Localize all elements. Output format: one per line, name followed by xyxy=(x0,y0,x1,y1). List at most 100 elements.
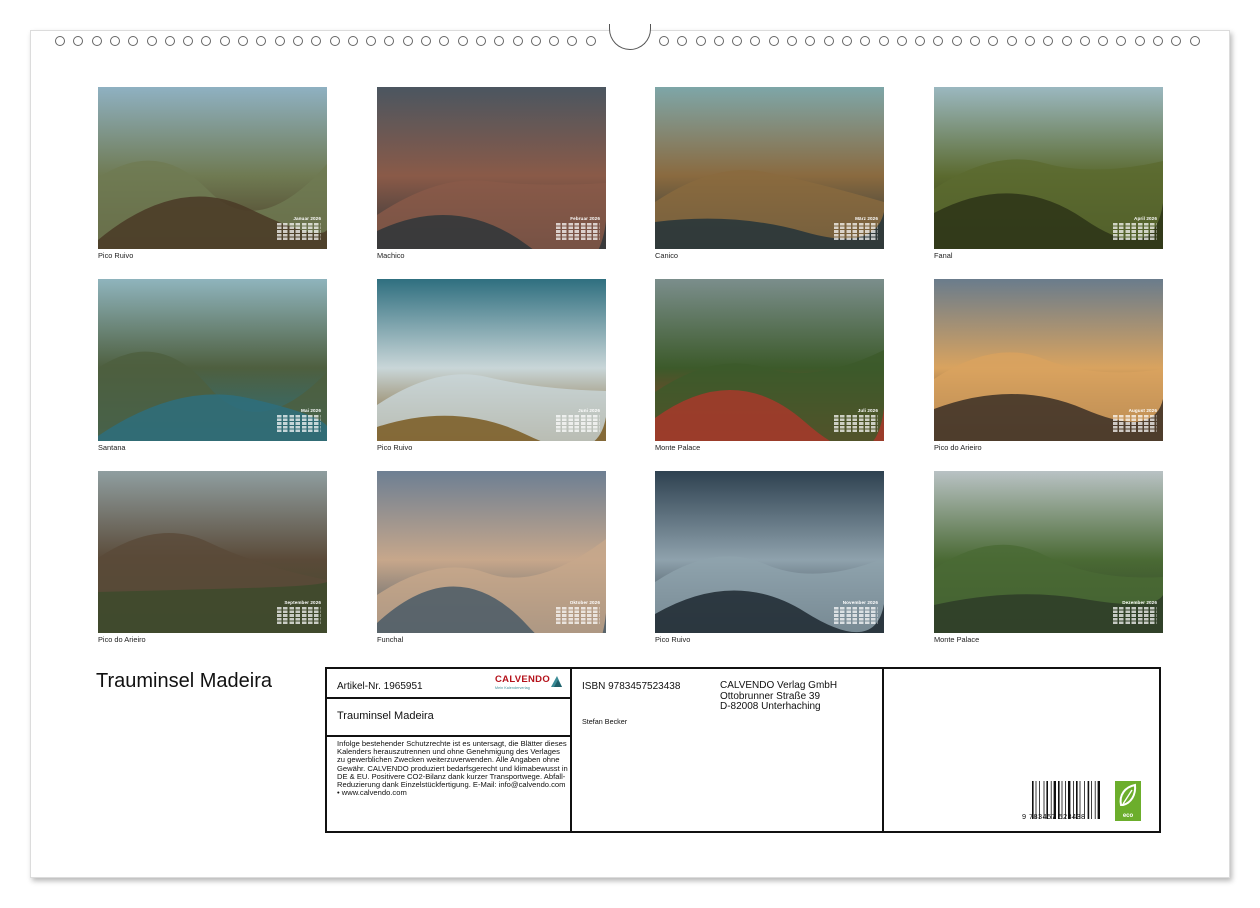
month-photo: Juni 2026 xyxy=(377,279,606,441)
photo-caption: Monte Palace xyxy=(655,443,701,452)
photo-caption: Pico Ruivo xyxy=(98,251,134,260)
month-photo: Januar 2026 xyxy=(98,87,327,249)
eco-badge: eco xyxy=(1115,781,1141,821)
month-photo: September 2026 xyxy=(98,471,327,633)
binding-ring xyxy=(164,36,175,46)
calendar-title: Trauminsel Madeira xyxy=(96,670,272,692)
binding-ring xyxy=(841,36,852,46)
month-label: September 2026 xyxy=(284,600,321,605)
binding-ring xyxy=(878,36,889,46)
barcode-number: 9 783457 523438 xyxy=(1022,812,1086,821)
binding-ring xyxy=(256,36,267,46)
binding-ring xyxy=(1043,36,1054,46)
photo-caption: Monte Palace xyxy=(934,635,980,644)
publisher-name: CALVENDO Verlag GmbH xyxy=(720,680,838,691)
binding-ring xyxy=(970,36,980,46)
mini-calendar xyxy=(1113,222,1157,240)
binding-ring xyxy=(421,36,431,46)
publisher-address: CALVENDO Verlag GmbH Ottobrunner Straße … xyxy=(720,680,838,713)
binding-ring xyxy=(805,36,816,46)
month-photo: Mai 2026 xyxy=(98,279,327,441)
month-label: März 2026 xyxy=(855,216,878,221)
binding-ring xyxy=(585,36,596,46)
month-label: Juli 2026 xyxy=(857,408,878,413)
photo-caption: Machico xyxy=(377,251,405,260)
mini-calendar xyxy=(556,414,600,432)
legal-notice: Infolge bestehender Schutzrechte ist es … xyxy=(337,739,568,798)
binding-ring xyxy=(494,36,505,46)
isbn: ISBN 9783457523438 xyxy=(582,681,681,692)
binding-ring xyxy=(1061,36,1072,46)
article-number: Artikel-Nr. 1965951 xyxy=(337,681,423,692)
binding-ring xyxy=(1024,36,1035,46)
binding-ring xyxy=(1171,36,1182,46)
photo-caption: Pico Ruivo xyxy=(655,635,691,644)
month-photo: Juli 2026 xyxy=(655,279,884,441)
mini-calendar xyxy=(277,606,321,624)
photo-caption: Funchal xyxy=(377,635,404,644)
binding-ring xyxy=(750,36,761,46)
month-photo: Oktober 2026 xyxy=(377,471,606,633)
binding-ring xyxy=(823,36,834,46)
binding-ring xyxy=(402,36,413,46)
binding-ring xyxy=(713,36,724,46)
binding-ring xyxy=(73,36,84,46)
binding-ring xyxy=(1189,36,1200,46)
binding-ring xyxy=(933,36,944,46)
mini-calendar xyxy=(556,606,600,624)
binding-ring xyxy=(860,36,871,46)
brand-name: CALVENDO xyxy=(495,674,551,685)
binding-ring xyxy=(475,36,486,46)
month-photo: November 2026 xyxy=(655,471,884,633)
author: Stefan Becker xyxy=(582,717,628,726)
binding-ring xyxy=(109,36,120,46)
mini-calendar xyxy=(834,606,878,624)
eco-label: eco xyxy=(1122,813,1134,819)
binding-ring xyxy=(201,36,212,46)
mini-calendar xyxy=(834,414,878,432)
mini-calendar xyxy=(277,414,321,432)
calvendo-mark-icon xyxy=(551,676,562,687)
month-label: April 2026 xyxy=(1134,216,1157,221)
month-photo: August 2026 xyxy=(934,279,1163,441)
calvendo-logo: CALVENDO Mein Kalenderverlag xyxy=(495,674,562,690)
binding-ring xyxy=(91,36,102,46)
binding-ring xyxy=(146,36,157,46)
binding-ring xyxy=(1006,36,1017,46)
brand-tagline: Mein Kalenderverlag xyxy=(495,686,530,690)
photo-caption: Pico do Arieiro xyxy=(934,443,982,452)
binding-ring xyxy=(787,36,797,46)
binding-ring xyxy=(439,36,450,46)
info-column-middle: ISBN 9783457523438 Stefan Becker CALVEND… xyxy=(572,669,884,831)
binding-ring xyxy=(1116,36,1127,46)
photo-caption: Pico Ruivo xyxy=(377,443,413,452)
binding-ring xyxy=(55,36,65,46)
month-photo: Dezember 2026 xyxy=(934,471,1163,633)
spiral-binding xyxy=(0,0,1260,60)
binding-ring xyxy=(988,36,999,46)
binding-ring xyxy=(658,36,669,46)
month-label: Januar 2026 xyxy=(293,216,321,221)
binding-ring xyxy=(549,36,560,46)
month-label: Februar 2026 xyxy=(570,216,600,221)
mini-calendar xyxy=(277,222,321,240)
product-info-box: Artikel-Nr. 1965951 CALVENDO Mein Kalend… xyxy=(325,667,1161,833)
binding-ring xyxy=(915,36,926,46)
binding-ring xyxy=(530,36,541,46)
binding-ring xyxy=(951,36,962,46)
month-label: November 2026 xyxy=(842,600,878,605)
binding-ring xyxy=(1134,36,1145,46)
month-label: August 2026 xyxy=(1128,408,1157,413)
binding-ring xyxy=(311,36,322,46)
binding-ring xyxy=(238,36,248,46)
binding-ring xyxy=(457,36,468,46)
mini-calendar xyxy=(1113,606,1157,624)
binding-ring xyxy=(347,36,358,46)
month-photo: April 2026 xyxy=(934,87,1163,249)
photo-caption: Fanal xyxy=(934,251,953,260)
title-row: Trauminsel Madeira xyxy=(327,699,572,737)
month-label: Oktober 2026 xyxy=(569,600,600,605)
binding-ring xyxy=(274,36,285,46)
binding-ring xyxy=(1079,36,1090,46)
binding-ring xyxy=(292,36,303,46)
